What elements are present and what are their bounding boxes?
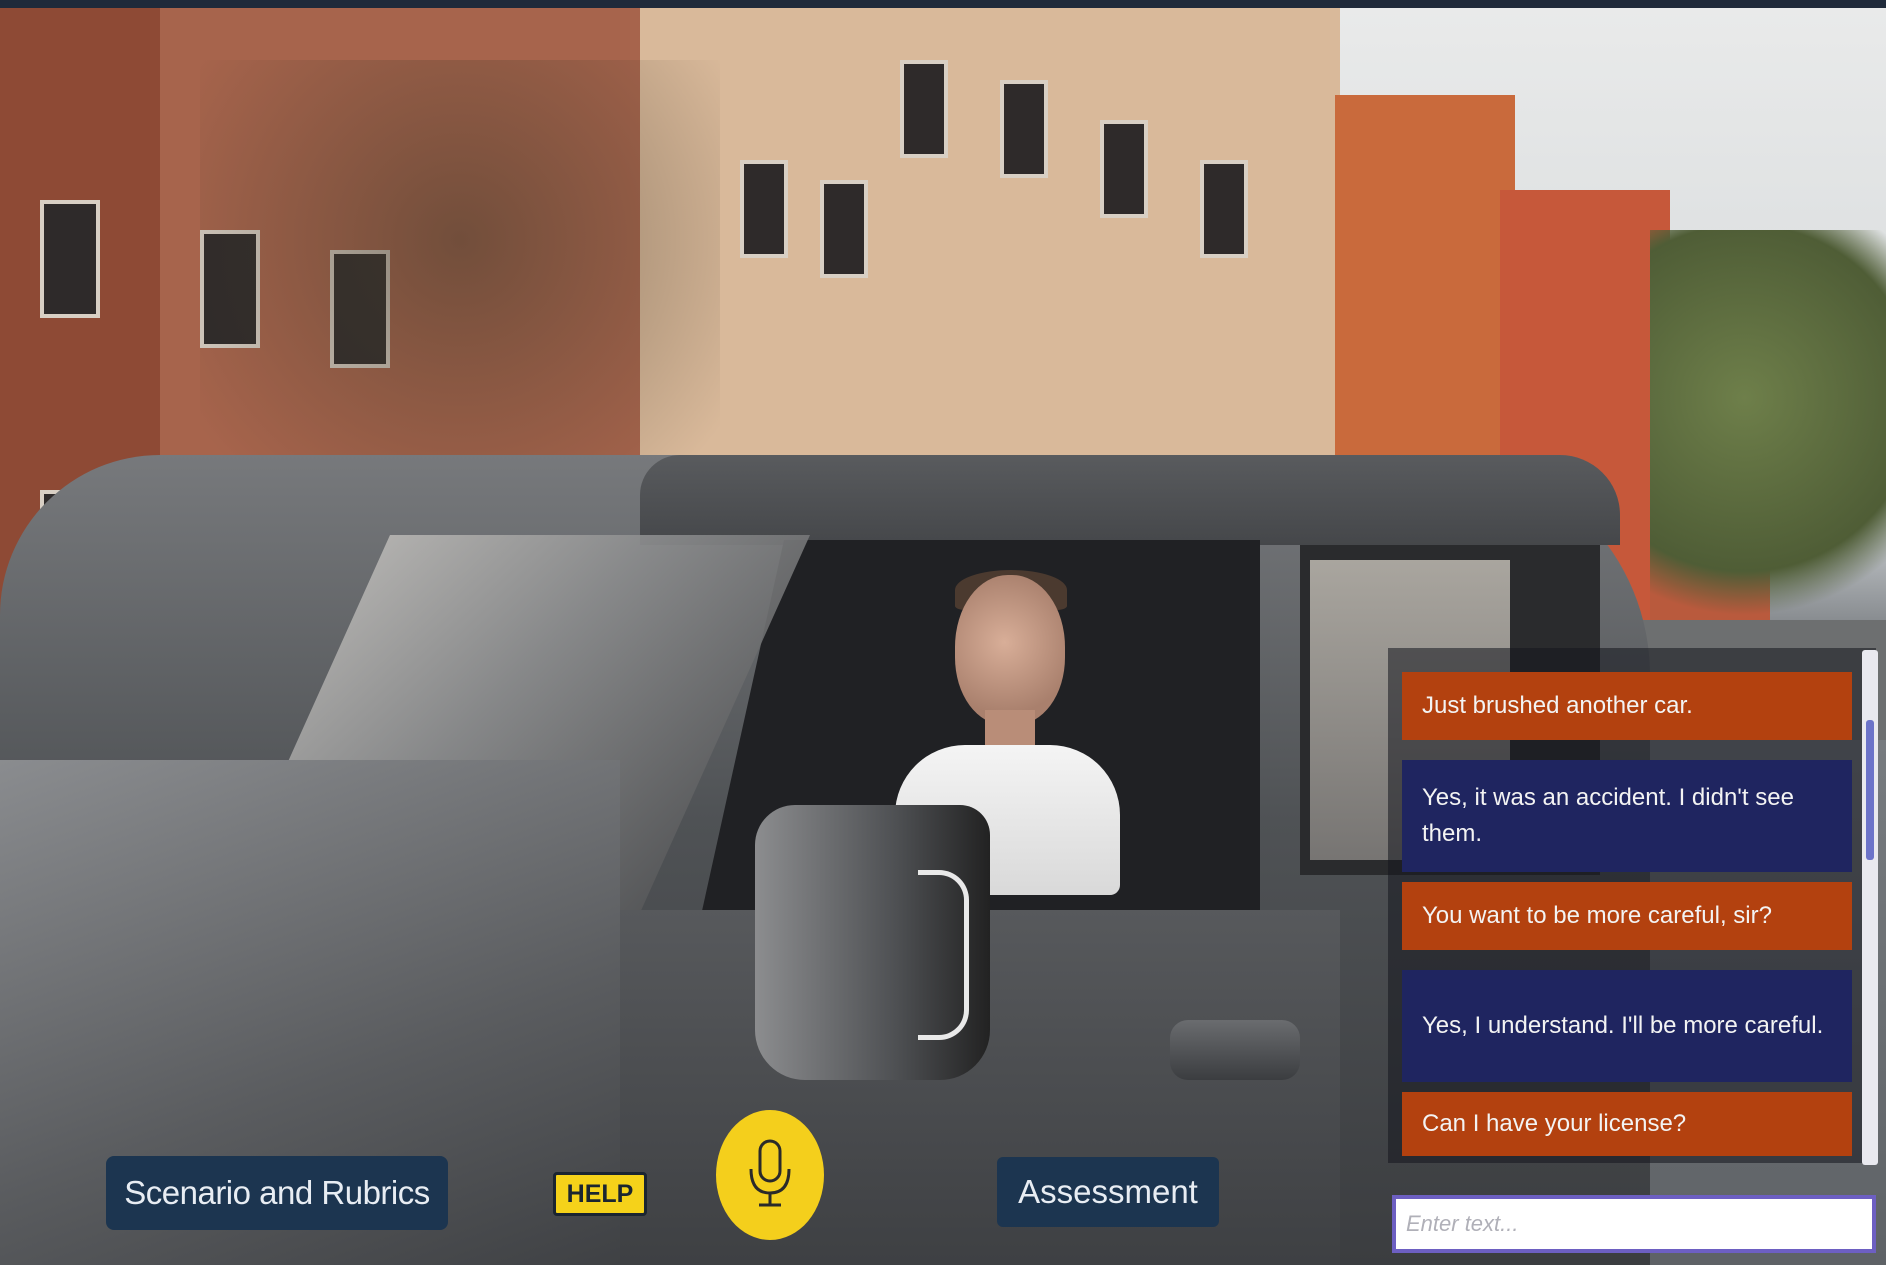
top-border xyxy=(0,0,1886,8)
chat-message-officer: Can I have your license? xyxy=(1402,1092,1852,1156)
building xyxy=(1335,95,1515,515)
assessment-button[interactable]: Assessment xyxy=(997,1157,1219,1227)
microphone-icon xyxy=(749,1139,791,1207)
chat-message-driver: Yes, I understand. I'll be more careful. xyxy=(1402,970,1852,1082)
chat-text-input[interactable] xyxy=(1392,1195,1876,1253)
building-window xyxy=(740,160,788,258)
building-window xyxy=(40,200,100,318)
door-handle xyxy=(1170,1020,1300,1080)
driver-avatar xyxy=(955,575,1065,725)
scenario-and-rubrics-button[interactable]: Scenario and Rubrics xyxy=(106,1156,448,1230)
chat-message-officer: You want to be more careful, sir? xyxy=(1402,882,1852,950)
truck-roof xyxy=(640,455,1620,545)
chat-message-driver: Yes, it was an accident. I didn't see th… xyxy=(1402,760,1852,872)
chat-scroll-thumb[interactable] xyxy=(1866,720,1874,860)
building-window xyxy=(900,60,948,158)
building-window xyxy=(1200,160,1248,258)
side-mirror-edge xyxy=(918,870,969,1040)
trees xyxy=(1650,230,1886,650)
chat-log[interactable]: Just brushed another car. Yes, it was an… xyxy=(1392,652,1852,1162)
building-window xyxy=(1000,80,1048,178)
microphone-button[interactable] xyxy=(716,1110,824,1240)
building-window xyxy=(1100,120,1148,218)
chat-message-officer: Just brushed another car. xyxy=(1402,672,1852,740)
building-window xyxy=(820,180,868,278)
help-button[interactable]: HELP xyxy=(553,1172,647,1216)
